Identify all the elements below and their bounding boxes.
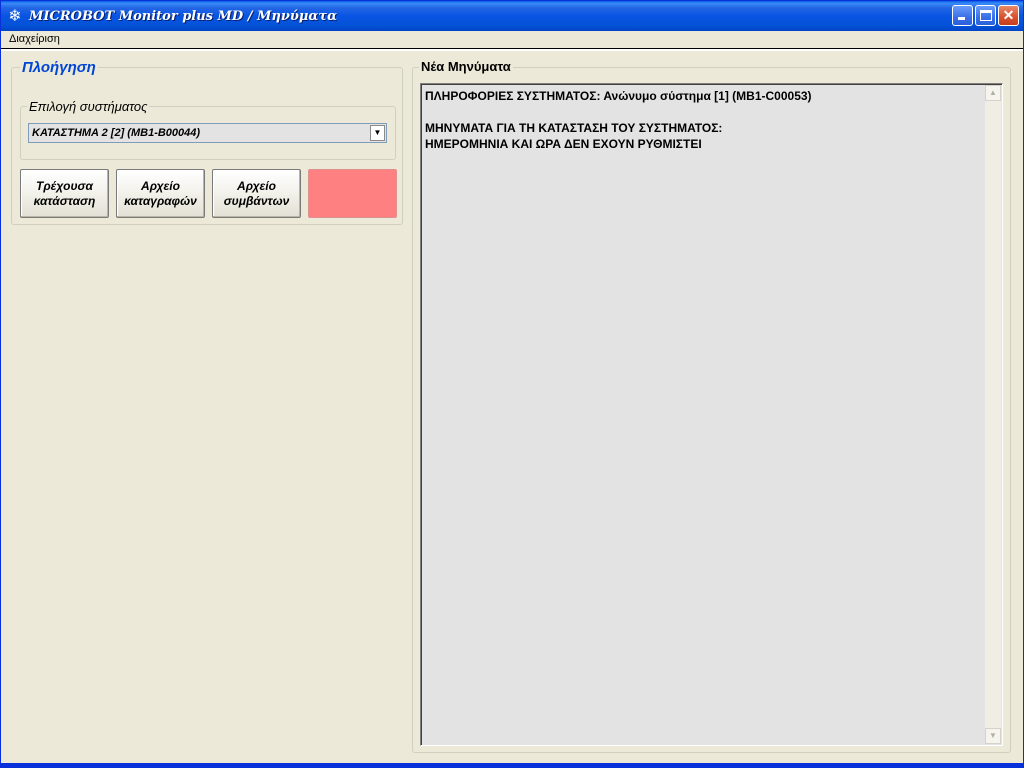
records-archive-label-2: καταγραφών	[124, 194, 197, 208]
close-button[interactable]: ✕	[998, 5, 1019, 26]
maximize-icon	[980, 10, 992, 21]
message-line: ΠΛΗΡΟΦΟΡΙΕΣ ΣΥΣΤΗΜΑΤΟΣ: Ανώνυμο σύστημα …	[425, 89, 812, 103]
system-select-dropdown[interactable]: ΚΑΤΑΣΤΗΜΑ 2 [2] (MB1-B00044) ▼	[28, 123, 387, 143]
messages-title: Νέα Μηνύματα	[419, 59, 513, 74]
maximize-button[interactable]	[975, 5, 996, 26]
alarm-button[interactable]	[308, 169, 397, 218]
system-select-value: ΚΑΤΑΣΤΗΜΑ 2 [2] (MB1-B00044)	[32, 127, 201, 139]
events-archive-label-1: Αρχείο	[237, 179, 276, 193]
menu-item-management[interactable]: Διαχείριση	[9, 31, 60, 48]
chevron-down-icon[interactable]: ▼	[370, 125, 385, 141]
scroll-down-icon[interactable]: ▼	[985, 728, 1001, 744]
window-controls: ✕	[952, 5, 1019, 26]
navigation-title: Πλοήγηση	[20, 59, 98, 76]
messages-textarea[interactable]: ΠΛΗΡΟΦΟΡΙΕΣ ΣΥΣΤΗΜΑΤΟΣ: Ανώνυμο σύστημα …	[420, 83, 1003, 746]
minimize-icon	[958, 17, 965, 20]
title-bar[interactable]: ❄ MICROBOT Monitor plus MD / Μηνύματα ✕	[1, 1, 1023, 31]
close-icon: ✕	[1002, 7, 1015, 23]
messages-text: ΠΛΗΡΟΦΟΡΙΕΣ ΣΥΣΤΗΜΑΤΟΣ: Ανώνυμο σύστημα …	[425, 88, 985, 152]
message-line	[425, 104, 985, 120]
current-status-label-2: κατάσταση	[33, 194, 96, 208]
events-archive-label-2: συμβάντων	[223, 194, 290, 208]
minimize-button[interactable]	[952, 5, 973, 26]
menu-separator	[1, 49, 1023, 51]
menu-bar: Διαχείριση	[1, 31, 1023, 49]
records-archive-label-1: Αρχείο	[141, 179, 180, 193]
system-select-label: Επιλογή συστήματος	[27, 99, 150, 114]
window-bottom-border	[1, 763, 1023, 767]
snowflake-icon[interactable]: ❄	[6, 7, 24, 25]
current-status-label-1: Τρέχουσα	[36, 179, 93, 193]
current-status-button[interactable]: Τρέχουσα κατάσταση	[20, 169, 109, 218]
records-archive-button[interactable]: Αρχείο καταγραφών	[116, 169, 205, 218]
vertical-scrollbar[interactable]: ▲ ▼	[985, 85, 1001, 744]
scroll-up-icon[interactable]: ▲	[985, 85, 1001, 101]
message-line: ΜΗΝΥΜΑΤΑ ΓΙΑ ΤΗ ΚΑΤΑΣΤΑΣΗ ΤΟΥ ΣΥΣΤΗΜΑΤΟΣ…	[425, 121, 723, 135]
window-title: MICROBOT Monitor plus MD / Μηνύματα	[29, 8, 338, 24]
message-line: ΗΜΕΡΟΜΗΝΙΑ ΚΑΙ ΩΡΑ ΔΕΝ ΕΧΟΥΝ ΡΥΘΜΙΣΤΕΙ	[425, 137, 702, 151]
app-window: ❄ MICROBOT Monitor plus MD / Μηνύματα ✕ …	[0, 0, 1024, 768]
events-archive-button[interactable]: Αρχείο συμβάντων	[212, 169, 301, 218]
